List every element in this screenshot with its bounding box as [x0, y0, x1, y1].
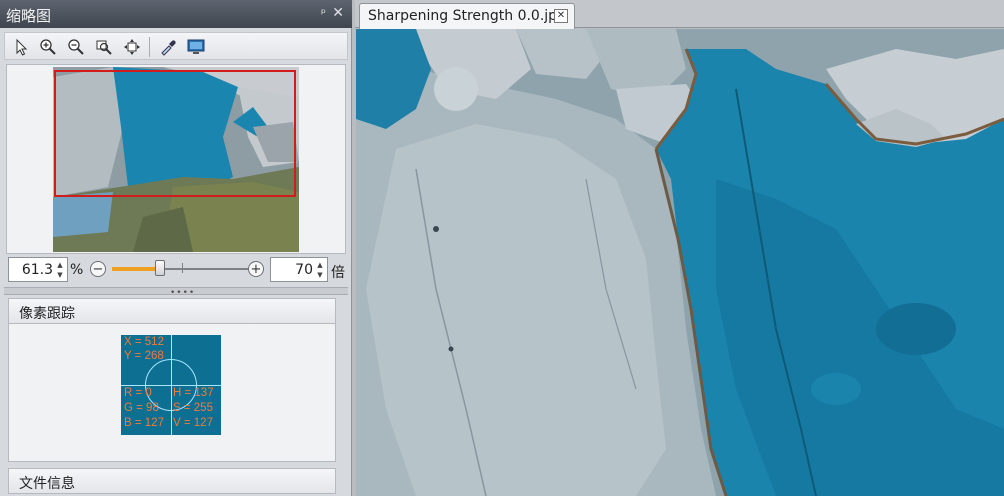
zoom-percent-unit: % [70, 262, 84, 278]
zoom-controls: 61.3 ▲ ▼ % − + 70 ▲ ▼ 倍 [6, 256, 346, 284]
image-canvas[interactable] [356, 29, 1004, 496]
magnification-spinner[interactable]: 70 ▲ ▼ [270, 257, 328, 282]
app-window: 缩略图 ᵖ ✕ 61.3 ▲ ▼ % − + 70 ▲ ▼ 倍 •••• 像素跟… [0, 0, 1004, 496]
thumbnail-toolbar [4, 32, 348, 60]
thumbnail-panel: 缩略图 ᵖ ✕ 61.3 ▲ ▼ % − + 70 ▲ ▼ 倍 •••• 像素跟… [0, 0, 352, 496]
magnification-value: 70 [295, 262, 313, 278]
eyedropper-icon[interactable] [157, 36, 179, 58]
thumbnail-preview[interactable] [6, 64, 346, 254]
spinner-arrows-icon[interactable]: ▲ ▼ [55, 260, 65, 280]
spinner-arrows-icon[interactable]: ▲ ▼ [315, 260, 325, 280]
file-info-header[interactable]: 文件信息 [8, 468, 336, 494]
thumbnail-image [53, 67, 299, 252]
pixel-tracking-body: X = 512 Y = 268 R = 0 G = 98 B = 127 H =… [8, 324, 336, 462]
file-info-title: 文件信息 [19, 476, 75, 492]
close-icon[interactable]: ✕ [332, 5, 344, 21]
tab-close-icon[interactable]: ✕ [554, 9, 568, 23]
zoom-slider-fill [112, 267, 160, 271]
zoom-percent-value: 61.3 [21, 262, 53, 278]
document-tab-label: Sharpening Strength 0.0.jpg [368, 8, 566, 24]
select-arrow-icon[interactable] [11, 36, 33, 58]
pixel-s: S = 255 [173, 402, 213, 414]
pin-icon[interactable]: ᵖ [321, 6, 326, 20]
fit-window-icon[interactable] [121, 36, 143, 58]
pixel-h: H = 137 [173, 387, 214, 399]
toolbar-separator [149, 37, 150, 57]
pixel-tracking-header[interactable]: 像素跟踪 [8, 298, 336, 324]
micrograph-image [356, 29, 1004, 496]
panel-splitter[interactable]: •••• [4, 287, 348, 298]
panel-title: 缩略图 [6, 7, 52, 25]
zoom-plus-button[interactable]: + [248, 261, 264, 277]
zoom-slider[interactable] [112, 260, 248, 276]
zoom-slider-tick [182, 263, 183, 273]
pixel-b: B = 127 [124, 417, 164, 429]
document-tab[interactable]: Sharpening Strength 0.0.jpg ✕ [359, 3, 575, 29]
pixel-r: R = 0 [124, 387, 152, 399]
zoom-slider-handle[interactable] [155, 260, 165, 276]
zoom-minus-button[interactable]: − [90, 261, 106, 277]
pixel-probe-view: X = 512 Y = 268 R = 0 G = 98 B = 127 H =… [121, 335, 221, 435]
monitor-icon[interactable] [185, 36, 207, 58]
document-tab-bar: Sharpening Strength 0.0.jpg ✕ [355, 0, 1004, 29]
pixel-tracking-title: 像素跟踪 [19, 306, 75, 322]
pixel-y: Y = 268 [124, 350, 164, 362]
zoom-out-icon[interactable] [65, 36, 87, 58]
zoom-region-icon[interactable] [93, 36, 115, 58]
zoom-percent-spinner[interactable]: 61.3 ▲ ▼ [8, 257, 68, 282]
pixel-v: V = 127 [173, 417, 213, 429]
pixel-x: X = 512 [124, 336, 164, 348]
viewport-rectangle[interactable] [54, 70, 296, 197]
panel-title-bar: 缩略图 ᵖ ✕ [0, 0, 352, 28]
zoom-in-icon[interactable] [37, 36, 59, 58]
splitter-grip-icon: •••• [170, 288, 196, 298]
magnification-unit: 倍 [331, 265, 345, 281]
pixel-g: G = 98 [124, 402, 159, 414]
